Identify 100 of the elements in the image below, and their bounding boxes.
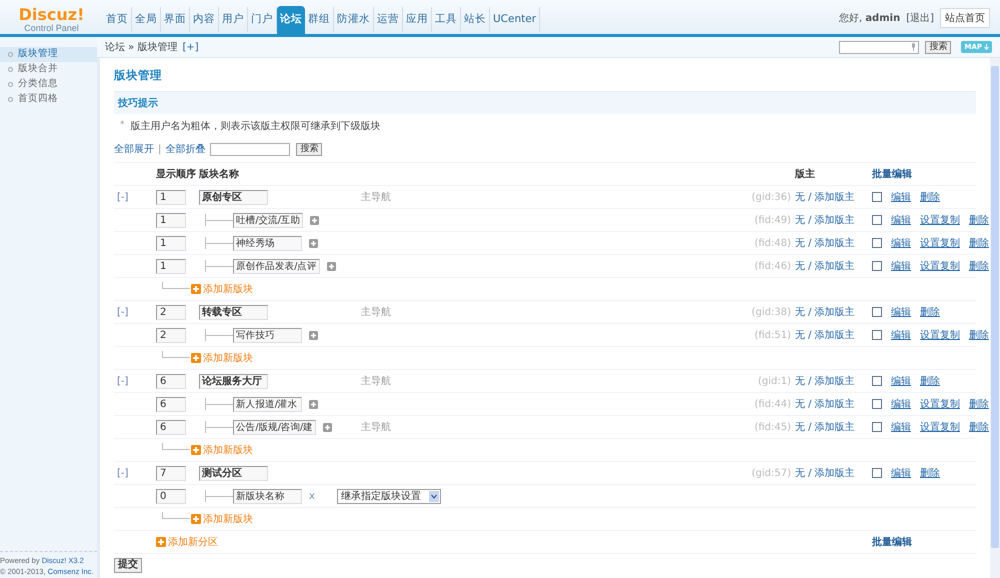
nav-tab[interactable]: 首页 <box>103 7 132 32</box>
checkbox[interactable] <box>872 468 882 478</box>
action-link[interactable]: 设置复制 <box>920 236 960 250</box>
action-link[interactable]: 删除 <box>969 396 989 412</box>
checkbox[interactable] <box>872 238 882 248</box>
moderator-link[interactable]: 无 / 添加版主 <box>795 396 870 412</box>
action-link[interactable]: 设置复制 <box>920 212 960 228</box>
sidebar-item[interactable]: 首页四格 <box>0 92 97 107</box>
action-link[interactable]: 设置复制 <box>920 420 960 434</box>
add-shortcut-link[interactable]: [+] <box>182 40 199 54</box>
expand-plus-icon[interactable] <box>309 238 318 248</box>
action-link[interactable]: 编辑 <box>891 258 911 274</box>
inherit-select[interactable]: 继承指定版块设置 <box>336 488 441 504</box>
action-link[interactable]: 设置复制 <box>920 258 960 274</box>
moderator-link[interactable]: 无 / 添加版主 <box>795 212 870 228</box>
add-plus-icon[interactable] <box>191 445 201 455</box>
moderator-link[interactable]: 无 / 添加版主 <box>795 258 870 274</box>
forum-name-input[interactable]: 吐槽/交流/互助 <box>233 212 304 228</box>
action-link[interactable]: 删除 <box>920 304 940 320</box>
moderator-link[interactable]: 无 / 添加版主 <box>795 236 870 250</box>
category-name-input[interactable]: 测试分区 <box>199 466 268 480</box>
expand-plus-icon[interactable] <box>310 216 320 224</box>
checkbox[interactable] <box>872 192 882 202</box>
category-name-input[interactable]: 论坛服务大厅 <box>199 374 268 388</box>
action-link[interactable]: 删除 <box>920 374 940 388</box>
order-input[interactable]: 1 <box>156 236 186 250</box>
nav-tab[interactable]: 防灌水 <box>334 7 374 32</box>
checkbox[interactable] <box>872 307 882 317</box>
order-input[interactable]: 0 <box>156 488 186 504</box>
nav-tab[interactable]: 群组 <box>305 7 334 32</box>
nav-tab[interactable]: 应用 <box>403 7 432 32</box>
moderator-link[interactable]: 无 / 添加版主 <box>795 304 870 320</box>
action-link[interactable]: 编辑 <box>891 328 911 342</box>
checkbox[interactable] <box>872 399 882 409</box>
order-input[interactable]: 1 <box>156 212 186 228</box>
collapse-toggle[interactable]: [-] <box>114 466 156 480</box>
action-link[interactable]: 编辑 <box>891 466 911 480</box>
add-plus-icon[interactable] <box>191 284 201 294</box>
action-link[interactable]: 设置复制 <box>920 396 960 412</box>
search-button[interactable]: 搜索 <box>296 142 322 156</box>
checkbox[interactable] <box>872 330 882 340</box>
forum-name-input[interactable]: 新人报道/灌水 <box>233 396 302 412</box>
expand-plus-icon[interactable] <box>309 330 318 340</box>
action-link[interactable]: 编辑 <box>891 374 911 388</box>
checkbox[interactable] <box>872 261 882 271</box>
order-input[interactable]: 6 <box>156 396 186 412</box>
moderator-link[interactable]: 无 / 添加版主 <box>795 328 870 342</box>
collapse-all-link[interactable]: 全部折叠 <box>165 142 206 156</box>
sidebar-item[interactable]: 版块合并 <box>0 62 97 77</box>
action-link[interactable]: 编辑 <box>891 304 911 320</box>
order-input[interactable]: 6 <box>156 374 186 388</box>
add-plus-icon[interactable] <box>191 353 201 363</box>
sidebar-item[interactable]: 版块管理 <box>0 47 97 62</box>
action-link[interactable]: 编辑 <box>891 420 911 434</box>
order-input[interactable]: 2 <box>156 328 186 342</box>
action-link[interactable]: 删除 <box>969 236 989 250</box>
action-link[interactable]: 编辑 <box>891 236 911 250</box>
nav-tab[interactable]: 工具 <box>432 7 461 32</box>
checkbox[interactable] <box>872 376 882 386</box>
expand-plus-icon[interactable] <box>322 422 332 432</box>
nav-tab[interactable]: UCenter <box>490 7 540 32</box>
checkbox[interactable] <box>872 422 882 432</box>
collapse-toggle[interactable]: [-] <box>114 190 156 204</box>
nav-tab[interactable]: 用户 <box>219 7 248 32</box>
collapse-toggle[interactable]: [-] <box>114 304 156 320</box>
action-link[interactable]: 编辑 <box>891 212 911 228</box>
action-link[interactable]: 删除 <box>969 420 989 434</box>
moderator-link[interactable]: 无 / 添加版主 <box>795 190 870 204</box>
expand-plus-icon[interactable] <box>326 262 336 270</box>
forum-name-input[interactable]: 写作技巧 <box>233 328 302 342</box>
moderator-link[interactable]: 无 / 添加版主 <box>795 466 870 480</box>
action-link[interactable]: 设置复制 <box>920 328 960 342</box>
order-input[interactable]: 1 <box>156 258 186 274</box>
forum-name-input[interactable]: 原创作品发表/点评 <box>233 258 320 274</box>
add-plus-icon[interactable] <box>156 537 166 547</box>
moderator-link[interactable]: 无 / 添加版主 <box>795 420 870 434</box>
logout-link[interactable]: [退出] <box>906 10 934 26</box>
collapse-toggle[interactable]: [-] <box>114 374 156 388</box>
action-link[interactable]: 删除 <box>920 466 940 480</box>
order-input[interactable]: 1 <box>156 190 186 204</box>
header-search-field[interactable] <box>839 40 920 54</box>
forum-name-input[interactable]: 神经秀场 <box>233 236 302 250</box>
order-input[interactable]: 6 <box>156 420 186 434</box>
action-link[interactable]: 删除 <box>969 212 989 228</box>
submit-button[interactable]: 提交 <box>114 558 142 572</box>
action-link[interactable]: 删除 <box>969 328 989 342</box>
action-link[interactable]: 删除 <box>920 190 940 204</box>
nav-tab[interactable]: 论坛 <box>277 6 305 34</box>
remove-link[interactable]: x <box>309 488 315 504</box>
forum-name-input[interactable]: 新版块名称 <box>233 488 302 504</box>
expand-plus-icon[interactable] <box>309 400 318 408</box>
category-name-input[interactable]: 原创专区 <box>199 190 268 204</box>
nav-tab[interactable]: 界面 <box>161 7 190 32</box>
order-input[interactable]: 2 <box>156 304 186 320</box>
search-field[interactable] <box>210 142 290 156</box>
action-link[interactable]: 删除 <box>969 258 989 274</box>
add-plus-icon[interactable] <box>191 514 201 524</box>
nav-tab[interactable]: 内容 <box>190 7 219 32</box>
category-name-input[interactable]: 转载专区 <box>199 304 268 320</box>
checkbox[interactable] <box>872 215 882 225</box>
